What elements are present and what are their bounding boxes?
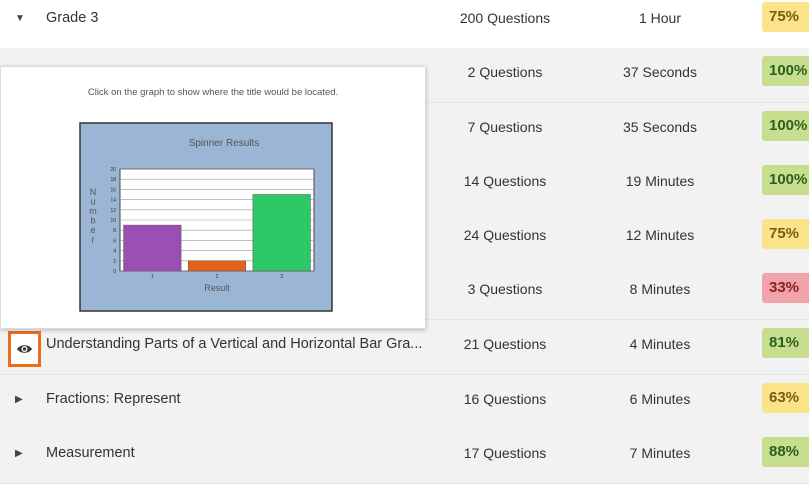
eye-icon (17, 345, 32, 353)
preview-button[interactable] (8, 331, 41, 367)
y-axis-label-letter: m (89, 206, 97, 216)
y-axis-label-letter: b (90, 216, 95, 226)
question-count: 200 Questions (459, 10, 551, 26)
score-badge: 100% (762, 111, 809, 141)
row-grade-3[interactable]: ▼ Grade 3 200 Questions 1 Hour 75% (0, 0, 809, 49)
score-badge: 75% (762, 219, 809, 249)
question-preview-popup: Click on the graph to show where the tit… (0, 66, 426, 329)
y-tick-label: 8 (113, 228, 116, 234)
question-count: 24 Questions (463, 227, 547, 243)
question-count: 14 Questions (463, 173, 547, 189)
score-badge: 63% (762, 383, 809, 413)
score-badge: 100% (762, 165, 809, 195)
chart-title: Spinner Results (189, 138, 260, 149)
question-count: 17 Questions (463, 445, 547, 461)
score-badge: 33% (762, 273, 809, 303)
y-axis-label-letter: u (90, 197, 95, 207)
time-spent: 6 Minutes (629, 391, 691, 407)
row-fractions-represent[interactable]: ▶ Fractions: Represent 16 Questions 6 Mi… (0, 375, 809, 430)
time-spent: 35 Seconds (623, 119, 697, 135)
x-tick-label: 3 (280, 274, 283, 280)
y-tick-label: 20 (110, 167, 116, 173)
time-spent: 4 Minutes (629, 336, 691, 352)
time-spent: 8 Minutes (629, 281, 691, 297)
score-badge: 88% (762, 437, 809, 467)
time-spent: 12 Minutes (625, 227, 695, 243)
time-spent: 1 Hour (638, 10, 682, 26)
row-title[interactable]: Understanding Parts of a Vertical and Ho… (46, 336, 422, 352)
time-spent: 37 Seconds (623, 64, 697, 80)
score-badge: 100% (762, 56, 809, 86)
bar-3 (252, 194, 311, 272)
question-count: 16 Questions (463, 391, 547, 407)
row-title: Fractions: Represent (46, 391, 181, 407)
time-spent: 19 Minutes (625, 173, 695, 189)
y-axis-label-letter: e (90, 225, 95, 235)
y-axis-label-letter: N (90, 187, 97, 197)
question-count: 21 Questions (463, 336, 547, 352)
caret-right-icon[interactable]: ▶ (15, 448, 23, 459)
bar-1 (123, 224, 182, 272)
y-tick-label: 10 (110, 218, 116, 224)
question-prompt: Click on the graph to show where the tit… (87, 87, 339, 98)
y-tick-label: 0 (113, 269, 116, 275)
y-axis-label-letter: r (92, 235, 95, 245)
question-count: 2 Questions (467, 64, 543, 80)
y-tick-label: 2 (113, 259, 116, 265)
spinner-results-bar-chart[interactable]: Spinner Results02468101214161820Number1 2… (79, 122, 333, 312)
caret-down-icon[interactable]: ▼ (15, 13, 25, 24)
caret-right-icon[interactable]: ▶ (15, 394, 23, 405)
y-tick-label: 4 (113, 249, 116, 255)
x-tick-label: 1 (151, 274, 154, 280)
question-count: 7 Questions (467, 119, 543, 135)
x-tick-label: 2 (216, 274, 219, 280)
y-tick-label: 16 (110, 187, 116, 193)
bar-2 (187, 260, 247, 272)
x-axis-label: Result (204, 283, 230, 293)
row-title: Grade 3 (46, 10, 99, 26)
question-count: 3 Questions (467, 281, 543, 297)
row-measurement[interactable]: ▶ Measurement 17 Questions 7 Minutes 88% (0, 429, 809, 484)
y-tick-label: 6 (113, 238, 116, 244)
score-badge: 75% (762, 2, 809, 32)
y-tick-label: 12 (110, 208, 116, 214)
score-badge: 81% (762, 328, 809, 358)
y-tick-label: 18 (110, 177, 116, 183)
y-tick-label: 14 (110, 198, 116, 204)
row-title: Measurement (46, 445, 135, 461)
time-spent: 7 Minutes (629, 445, 691, 461)
